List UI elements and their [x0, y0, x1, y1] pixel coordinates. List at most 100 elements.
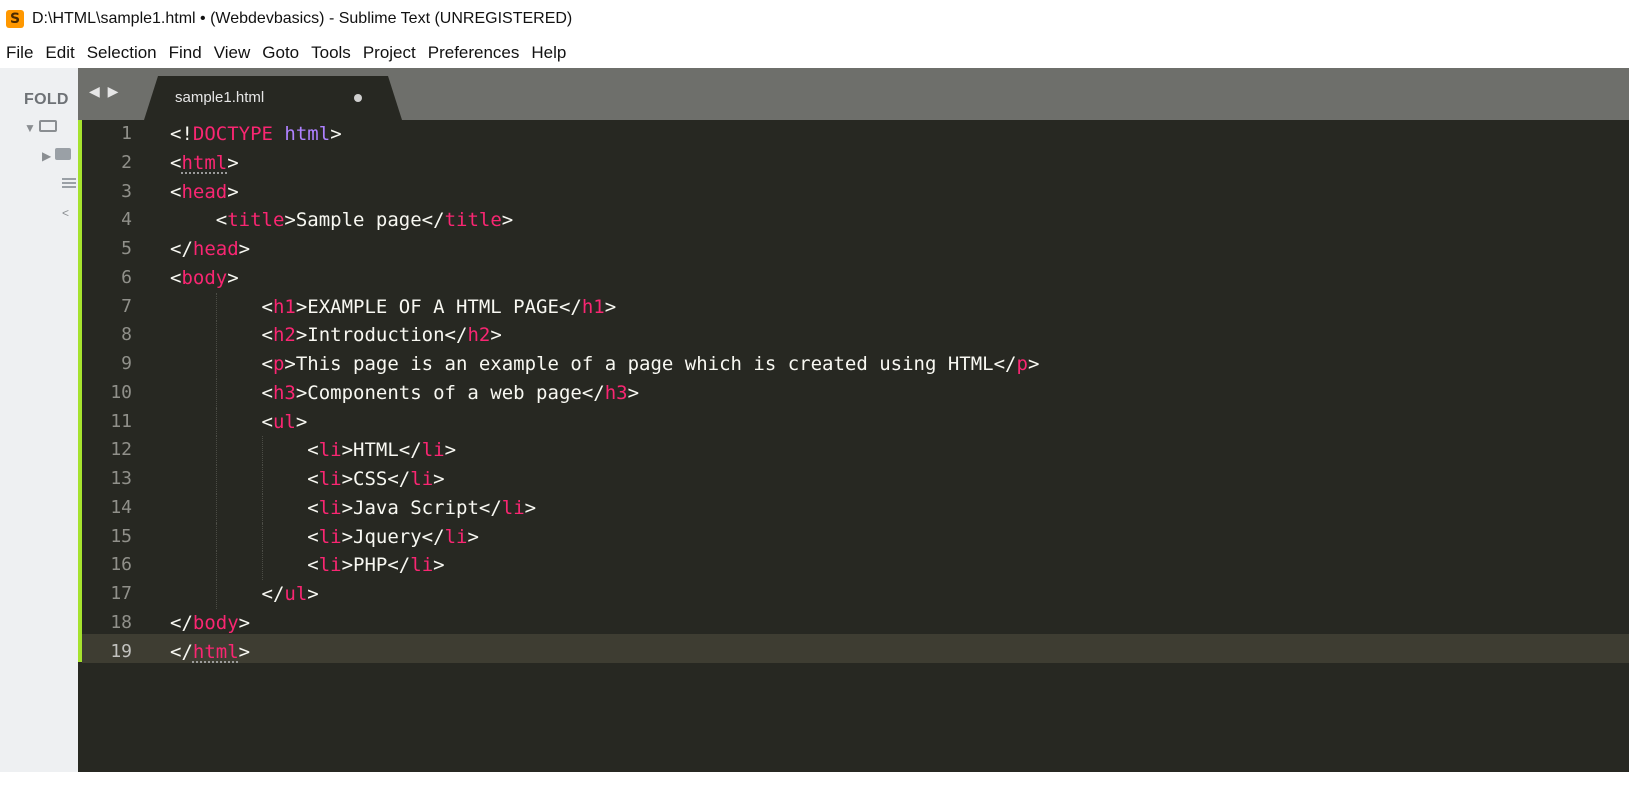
unsaved-dot-icon[interactable]	[354, 94, 362, 102]
menu-project[interactable]: Project	[357, 43, 422, 63]
line-number: 15	[110, 525, 132, 547]
tab-sample1-html[interactable]: sample1.html	[144, 76, 402, 120]
window-title: D:\HTML\sample1.html • (Webdevbasics) - …	[32, 10, 573, 27]
code-token: >Java Script</	[341, 496, 502, 519]
indent-guide	[215, 522, 217, 552]
code-token: >PHP</	[341, 554, 411, 577]
code-token: head	[192, 238, 239, 260]
menu-help[interactable]: Help	[525, 43, 572, 63]
menu-tools[interactable]: Tools	[305, 43, 357, 63]
code-token: body	[192, 611, 239, 634]
code-token: >	[433, 554, 445, 577]
code-token: <	[170, 410, 273, 433]
code-line: <html>	[170, 149, 1039, 178]
indent-guide	[215, 292, 217, 322]
code-token: >	[433, 468, 445, 490]
menu-file[interactable]: File	[0, 43, 39, 63]
code-token: >	[467, 525, 479, 548]
code-token: h2	[467, 324, 491, 347]
code-token: ul	[272, 410, 296, 433]
folder-open-icon	[39, 120, 58, 132]
expand-right-icon[interactable]: ▶	[42, 149, 51, 163]
menu-edit[interactable]: Edit	[39, 43, 80, 63]
tree-folder-child[interactable]: ▶	[42, 148, 71, 163]
folders-heading: FOLD	[24, 91, 69, 108]
tree-file-code[interactable]: <	[62, 206, 69, 220]
menu-goto[interactable]: Goto	[256, 43, 305, 63]
indent-guide	[261, 522, 263, 552]
code-token: >	[1027, 353, 1040, 375]
code-token: ul	[284, 583, 308, 605]
code-token: >	[501, 209, 514, 232]
code-token: <	[170, 324, 273, 347]
indent-guide	[215, 350, 217, 379]
code-line: <li>PHP</li>	[170, 551, 1039, 580]
code-token: >	[524, 496, 537, 519]
code-token: <	[170, 180, 182, 203]
code-token: </	[170, 583, 285, 605]
code-line: <h1>EXAMPLE OF A HTML PAGE</h1>	[170, 292, 1039, 322]
code-token: <	[170, 554, 319, 577]
expand-down-icon[interactable]: ▼	[24, 121, 36, 135]
line-number: 6	[121, 266, 132, 288]
tab-nav-arrows-icon[interactable]: ◀ ▶	[89, 83, 120, 100]
code-token: >This page is an example of a page which…	[284, 353, 1017, 375]
code-token: >	[444, 439, 457, 462]
indent-guide	[215, 436, 217, 465]
code-token: li	[444, 525, 468, 548]
line-number: 14	[110, 496, 132, 518]
line-number: 13	[110, 468, 132, 489]
code-token: html	[192, 640, 239, 663]
code-token: li	[318, 468, 342, 490]
code-token: >	[238, 611, 251, 634]
code-line: <h3>Components of a web page</h3>	[170, 378, 1039, 408]
code-token: <	[170, 209, 228, 232]
code-token: >CSS</	[341, 468, 411, 490]
code-token: >	[238, 640, 251, 663]
line-number: 4	[121, 209, 132, 231]
line-number: 12	[110, 439, 132, 461]
code-token: head	[181, 180, 228, 203]
tree-folder-root[interactable]: ▼	[24, 120, 58, 135]
code-token: >	[238, 238, 251, 260]
menu-view[interactable]: View	[208, 43, 257, 63]
line-number-gutter: 1 2 3 4 5 6 7 8 9 10 11 12 13 14 15 16 17 18 19	[82, 120, 152, 666]
code-line: </body>	[170, 609, 1039, 638]
code-token: h1	[581, 295, 605, 318]
code-token: li	[318, 496, 342, 519]
code-line: </head>	[170, 235, 1039, 264]
code-token: >	[227, 180, 239, 203]
code-token: <	[170, 353, 273, 375]
code-token: >	[295, 410, 308, 433]
line-number: 3	[121, 180, 132, 202]
code-token: <	[170, 496, 319, 519]
code-line: <li>Java Script</li>	[170, 493, 1039, 523]
code-editor[interactable]: 1 2 3 4 5 6 7 8 9 10 11 12 13 14 15 16 17 18 19 <!DOCTYPE …	[78, 120, 1629, 772]
line-number: 11	[110, 410, 132, 432]
code-token: p	[1016, 353, 1028, 375]
code-token: <	[170, 439, 319, 462]
menu-find[interactable]: Find	[163, 43, 208, 63]
code-line: < p>This page is an example of a page whi…	[170, 350, 1039, 379]
line-number: 17	[110, 583, 132, 604]
code-file-icon: <	[62, 206, 70, 220]
code-token: DOCTYPE	[192, 123, 273, 145]
code-line: </html>	[170, 638, 1039, 667]
indent-guide	[261, 436, 263, 465]
code-token: li	[501, 496, 525, 519]
tree-file[interactable]	[62, 178, 76, 193]
menu-preferences[interactable]: Preferences	[422, 43, 526, 63]
tab-label: sample1.html	[175, 89, 265, 106]
code-token: <	[170, 525, 319, 548]
code-token: h1	[272, 295, 296, 318]
menu-bar: File Edit Selection Find View Goto Tools…	[0, 38, 1629, 68]
line-number: 10	[110, 381, 132, 403]
code-line: <li>HTML</li>	[170, 436, 1039, 465]
indent-guide	[215, 465, 217, 494]
indent-guide	[261, 493, 263, 523]
code-token: title	[444, 209, 502, 232]
menu-selection[interactable]: Selection	[81, 43, 163, 63]
sublime-text-icon: S	[6, 10, 24, 28]
indent-guide	[215, 321, 217, 350]
code-area[interactable]: <!DOCTYPE html> <html> <head> <title>Sampl…	[170, 120, 1039, 666]
